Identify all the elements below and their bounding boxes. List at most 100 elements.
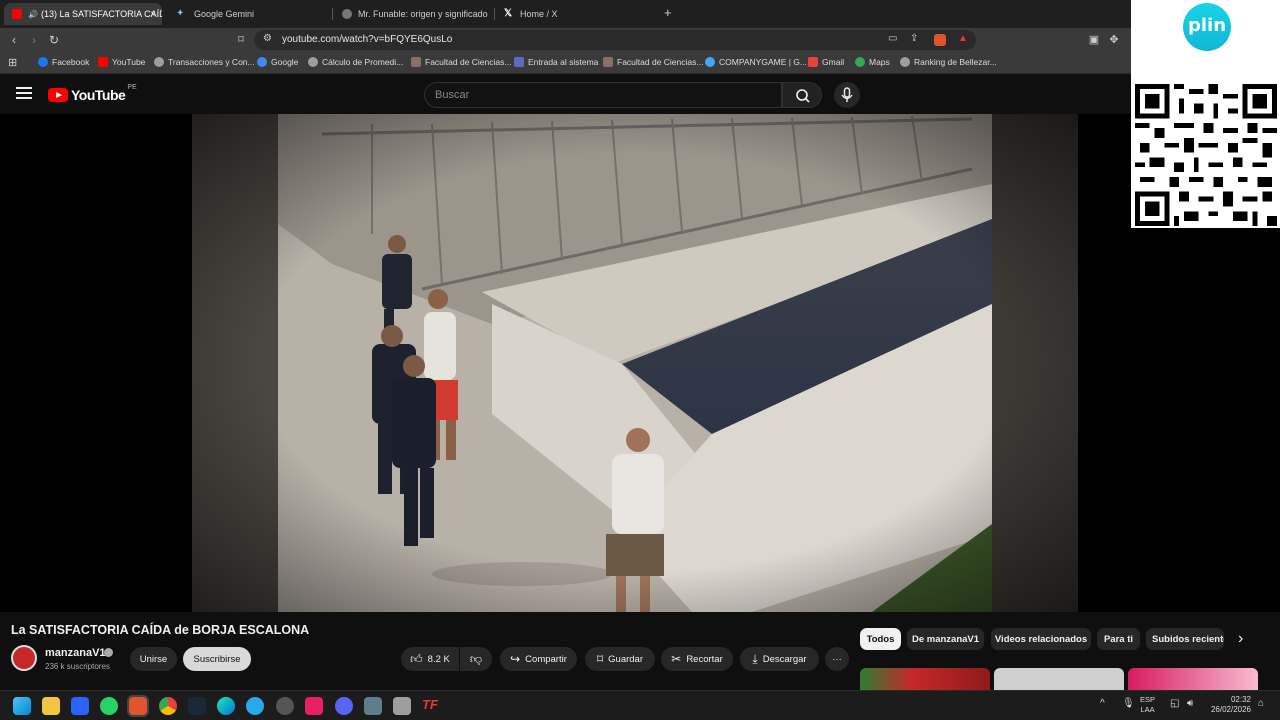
chrome-icon[interactable] (159, 697, 177, 715)
channel-avatar[interactable] (11, 645, 37, 671)
tab-youtube[interactable]: 🔊 (13) La SATISFACTORIA CAÍDA × (4, 3, 162, 25)
mail-icon[interactable] (71, 697, 89, 715)
bookmark-label: Ranking de Bellezar... (914, 57, 997, 67)
apps-grid-icon[interactable]: ⊞ (8, 56, 17, 69)
bookmark-transacciones[interactable]: Transacciones y Con... (154, 57, 255, 67)
teamfight-icon[interactable]: TF (422, 697, 440, 715)
address-bar[interactable]: ⚙ youtube.com/watch?v=bFQYE6QusLo ▭ ⇪ ▲ (254, 30, 976, 50)
chip-recently-uploaded[interactable]: Subidos recientemente (1146, 628, 1224, 650)
edge-icon[interactable] (217, 697, 235, 715)
bookmark-ranking[interactable]: Ranking de Bellezar... (900, 57, 997, 67)
like-button[interactable]: 👍︎ 8.2 K (401, 647, 459, 671)
video-title: La SATISFACTORIA CAÍDA de BORJA ESCALONA (11, 623, 310, 637)
join-button[interactable]: Unirse (130, 647, 177, 671)
bookmark-companygame[interactable]: COMPANYGAME | G... (705, 57, 807, 67)
bookmark-label: YouTube (112, 57, 146, 67)
back-icon[interactable]: ‹ (6, 32, 22, 48)
voice-search-button[interactable] (834, 82, 860, 108)
tab-label: Home / X (520, 9, 558, 19)
chip-all[interactable]: Todos (860, 628, 901, 650)
youtube-logo[interactable]: YouTube PE (48, 84, 137, 103)
download-button[interactable]: ⤓ Descargar (740, 647, 819, 671)
bookmark-google[interactable]: Google (257, 57, 298, 67)
brave-rewards-icon[interactable]: ▲ (958, 33, 968, 44)
recommended-thumbnail[interactable] (1128, 668, 1258, 690)
recommended-thumbnail[interactable] (994, 668, 1124, 690)
clip-label: Recortar (686, 653, 723, 665)
network-icon[interactable]: ◱ (1170, 698, 1179, 709)
menu-icon[interactable] (16, 87, 32, 99)
bookmark-youtube[interactable]: YouTube (98, 57, 145, 67)
video-frame[interactable] (192, 114, 1078, 612)
tab-gemini[interactable]: ✦ Google Gemini (168, 3, 328, 25)
chip-for-you[interactable]: Para ti (1097, 628, 1140, 650)
bookmark-entrada[interactable]: Entrada al sistema (514, 57, 598, 67)
extensions-icon[interactable]: ✥ (1106, 32, 1122, 48)
bookmark-gmail[interactable]: Gmail (808, 57, 844, 67)
reload-icon[interactable]: ↻ (46, 32, 62, 48)
chevron-right-icon[interactable]: › (1238, 630, 1243, 648)
tab-x-home[interactable]: 𝕏 Home / X (496, 3, 656, 25)
new-tab-button[interactable]: + (664, 5, 672, 20)
clip-button[interactable]: ✂ Recortar (661, 647, 733, 671)
forward-icon[interactable]: › (26, 32, 42, 48)
windows-taskbar: TF ^ 🎙︎ ESP LAA ◱ 🔊︎ 02:32 26/02/2026 ⌂ (0, 690, 1280, 720)
app-icon[interactable] (393, 697, 411, 715)
steam-icon[interactable] (188, 697, 206, 715)
notifications-icon[interactable]: ⌂ (1258, 698, 1264, 709)
channel-name[interactable]: manzanaV1 (45, 647, 106, 659)
thumbs-down-icon: 👎︎ (469, 651, 483, 666)
chevron-up-icon[interactable]: ^ (1100, 698, 1105, 709)
dislike-button[interactable]: 👎︎ (460, 647, 492, 671)
tiktok-icon[interactable] (305, 697, 323, 715)
gmail-icon (808, 57, 818, 67)
tab-mr-funable[interactable]: Mr. Funable: origen y significado en (334, 3, 490, 25)
more-actions-button[interactable]: ··· (825, 647, 849, 671)
whatsapp-icon[interactable] (100, 697, 118, 715)
audio-playing-icon: 🔊 (28, 9, 38, 19)
microphone-icon (841, 87, 853, 102)
close-tab-icon[interactable]: × (150, 9, 156, 20)
search-button[interactable] (782, 82, 822, 108)
search-placeholder: Buscar (435, 89, 470, 101)
qr-code-image (1135, 84, 1277, 226)
chip-related[interactable]: Videos relacionados (991, 628, 1091, 650)
bookmark-facultad-2[interactable]: Facultad de Ciencias... (603, 57, 703, 67)
input-language[interactable]: ESP LAA (1140, 695, 1155, 715)
recommended-thumbnail[interactable] (860, 668, 990, 690)
bookmark-maps[interactable]: Maps (855, 57, 890, 67)
telegram-icon[interactable] (246, 697, 264, 715)
gemini-icon: ✦ (176, 8, 185, 19)
bookmark-facultad-1[interactable]: Facultad de Ciencias... (411, 57, 511, 67)
system-clock[interactable]: 02:32 26/02/2026 (1205, 695, 1251, 715)
maps-pin-icon (855, 57, 865, 67)
brave-shield-icon[interactable] (934, 34, 946, 46)
share-icon[interactable]: ⇪ (910, 33, 918, 44)
url-text: youtube.com/watch?v=bFQYE6QusLo (282, 34, 453, 45)
volume-icon[interactable]: 🔊︎ (1187, 698, 1193, 709)
microphone-icon[interactable]: 🎙︎ (1122, 698, 1135, 709)
payment-qr-overlay: plin (1131, 0, 1280, 228)
chatgpt-icon[interactable] (276, 697, 294, 715)
brave-browser-icon[interactable] (127, 695, 149, 717)
video-player[interactable] (0, 114, 1280, 612)
search-input[interactable]: Buscar (424, 82, 782, 108)
chip-from-channel[interactable]: De manzanaV1 (907, 628, 984, 650)
like-count: 8.2 K (427, 653, 450, 665)
calculator-icon[interactable] (364, 697, 382, 715)
bookmark-facebook[interactable]: Facebook (38, 57, 89, 67)
windows-start-icon[interactable] (13, 697, 31, 715)
discord-icon[interactable] (335, 697, 353, 715)
share-button[interactable]: ↪ Compartir (500, 647, 577, 671)
bookmark-page-icon[interactable]: ⌑ (233, 32, 249, 48)
bookmark-label: Facultad de Ciencias... (617, 57, 704, 67)
save-button[interactable]: ⌑ Guardar (585, 647, 655, 671)
bookmark-label: Gmail (822, 57, 845, 67)
site-settings-icon[interactable]: ⚙ (263, 33, 272, 44)
subscriber-count: 236 k suscriptores (45, 662, 110, 671)
file-explorer-icon[interactable] (42, 697, 60, 715)
cast-icon[interactable]: ▭ (888, 33, 897, 44)
sidebar-icon[interactable]: ▣ (1086, 32, 1102, 48)
bookmark-calculo[interactable]: Cálculo de Promedi... (308, 57, 403, 67)
subscribe-button[interactable]: Suscribirse (183, 647, 251, 671)
